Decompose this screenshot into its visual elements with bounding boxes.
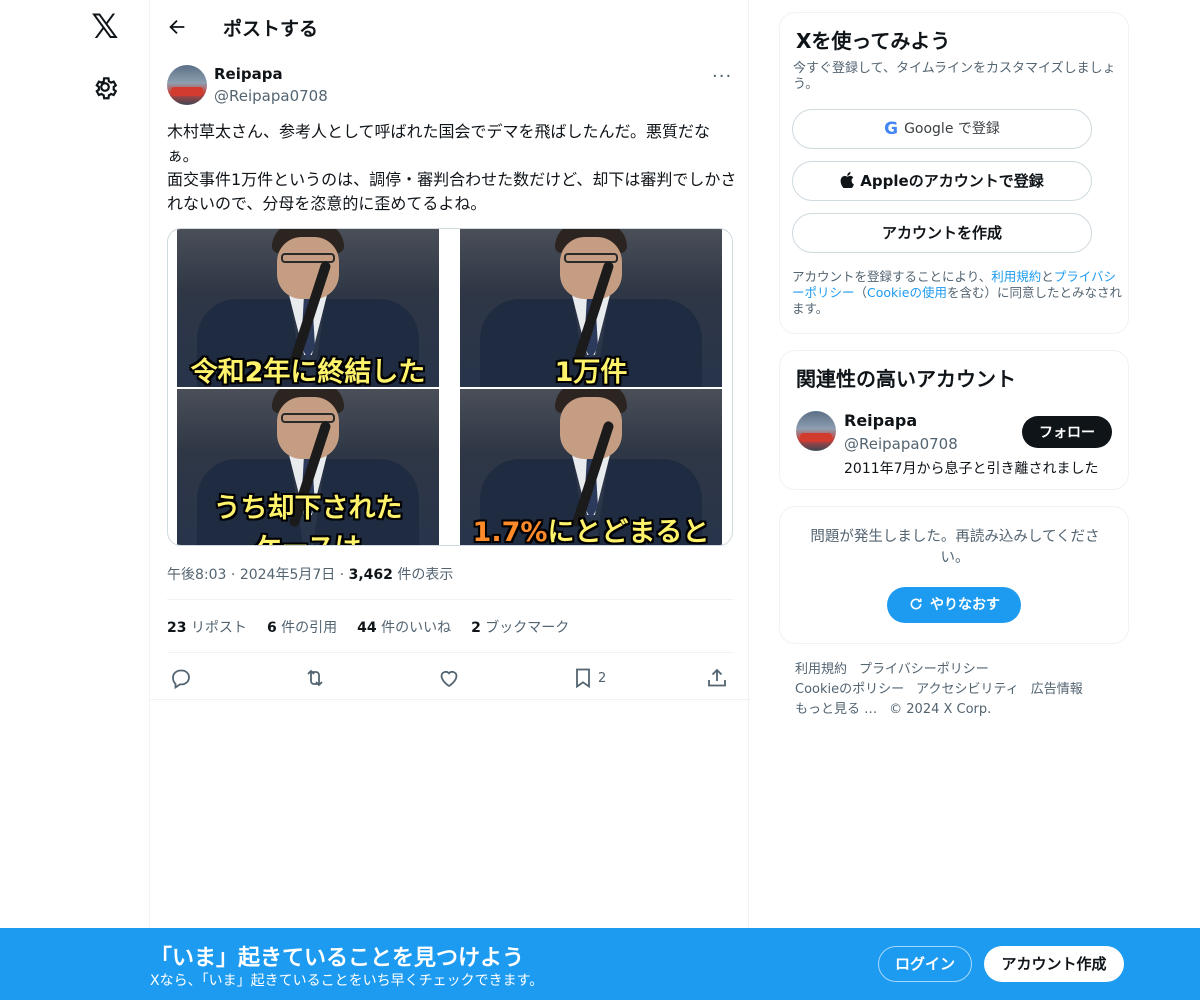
- like-icon[interactable]: [437, 666, 461, 690]
- related-name[interactable]: Reipapa: [844, 411, 917, 430]
- post-media[interactable]: 令和2年に終結した 1万件 うち却下された ケースは 1.7%にとどまると: [167, 228, 733, 546]
- divider: [167, 652, 733, 653]
- back-arrow-icon[interactable]: [166, 16, 188, 38]
- page-header: ポストする: [150, 0, 750, 54]
- divider: [150, 699, 750, 700]
- more-options-icon[interactable]: ···: [712, 66, 732, 87]
- x-logo-icon[interactable]: 𝕏: [88, 10, 122, 44]
- footer-link[interactable]: もっと見る …: [795, 702, 877, 717]
- follow-button[interactable]: フォロー: [1022, 416, 1112, 448]
- footer-link[interactable]: アクセシビリティ: [916, 682, 1019, 697]
- like-stat[interactable]: 44 件のいいね: [357, 617, 451, 637]
- banner-subtitle: Xなら、「いま」起きていることをいち早くチェックできます。: [150, 973, 544, 989]
- repost-icon[interactable]: [303, 666, 327, 690]
- author-handle[interactable]: @Reipapa0708: [214, 87, 328, 105]
- related-handle[interactable]: @Reipapa0708: [844, 435, 958, 453]
- post-stats: 23 リポスト 6 件の引用 44 件のいいね 2 ブックマーク: [167, 617, 569, 637]
- reply-icon[interactable]: [169, 666, 193, 690]
- footer-links: 利用規約 プライバシーポリシー Cookieのポリシー アクセシビリティ 広告情報 も…: [795, 660, 1115, 720]
- apple-icon: [840, 172, 855, 188]
- view-count: 3,462: [348, 567, 393, 583]
- media-caption-highlight: 1.7%: [472, 517, 548, 546]
- page-title: ポストする: [223, 18, 319, 40]
- signup-card-title: Xを使ってみよう: [796, 29, 951, 53]
- post-date[interactable]: 2024年5月7日: [240, 567, 335, 583]
- post-meta: 午後8:03 · 2024年5月7日 · 3,462 件の表示: [167, 567, 454, 583]
- create-account-button[interactable]: アカウントを作成: [792, 213, 1092, 253]
- media-image[interactable]: 1万件: [460, 229, 722, 387]
- cookie-link[interactable]: Cookieの使用: [867, 285, 947, 300]
- related-card-title: 関連性の高いアカウント: [796, 367, 1016, 391]
- footer-link[interactable]: 利用規約: [795, 662, 847, 677]
- google-signup-button[interactable]: G Google で登録: [792, 109, 1092, 149]
- post-time[interactable]: 午後8:03: [167, 567, 226, 583]
- login-banner: 「いま」起きていることを見つけよう Xなら、「いま」起きていることをいち早くチェ…: [0, 928, 1200, 1000]
- post-actions: 2: [167, 664, 733, 692]
- related-accounts-card: 関連性の高いアカウント Reipapa @Reipapa0708 2011年7月…: [779, 350, 1129, 490]
- refresh-icon: [910, 598, 922, 610]
- author-name[interactable]: Reipapa: [214, 65, 283, 83]
- repost-stat[interactable]: 23 リポスト: [167, 617, 247, 637]
- bookmark-count: 2: [598, 671, 607, 686]
- media-caption: うち却下された: [213, 493, 403, 524]
- terms-link[interactable]: 利用規約: [991, 269, 1041, 284]
- footer-link[interactable]: Cookieのポリシー: [795, 682, 904, 697]
- signup-card-subtitle: 今すぐ登録して、タイムラインをカスタマイズしましょう。: [793, 61, 1116, 92]
- footer-link[interactable]: 広告情報: [1031, 682, 1083, 697]
- error-message: 問題が発生しました。再読み込みしてください。: [810, 529, 1100, 566]
- media-caption: 1.7%にとどまると: [460, 510, 722, 546]
- login-button[interactable]: ログイン: [878, 946, 972, 982]
- media-image[interactable]: 令和2年に終結した: [177, 229, 439, 387]
- media-image[interactable]: うち却下された ケースは: [177, 389, 439, 545]
- main-column: ポストする Reipapa @Reipapa0708 ··· 木村草太さん、参考…: [149, 0, 750, 1000]
- divider: [167, 599, 733, 600]
- footer-link[interactable]: プライバシーポリシー: [859, 662, 989, 677]
- copyright: © 2024 X Corp.: [889, 702, 992, 717]
- related-bio: 2011年7月から息子と引き離されました: [844, 461, 1099, 477]
- media-caption: 令和2年に終結した: [190, 357, 426, 387]
- media-caption-text: にとどまると: [547, 517, 710, 546]
- banner-title: 「いま」起きていることを見つけよう: [150, 946, 525, 971]
- left-nav: 𝕏: [0, 0, 150, 1000]
- related-avatar[interactable]: [796, 411, 836, 451]
- bookmark-stat[interactable]: 2 ブックマーク: [471, 617, 569, 637]
- view-label: 件の表示: [397, 567, 454, 583]
- gear-icon[interactable]: [92, 74, 118, 100]
- media-caption: ケースは: [177, 526, 439, 545]
- apple-signup-button[interactable]: Appleのアカウントで登録: [792, 161, 1092, 201]
- post-text-line: 木村草太さん、参考人として呼ばれた国会でデマを飛ばしたんだ。悪質だなぁ。: [167, 122, 711, 165]
- bookmark-icon[interactable]: [571, 666, 595, 690]
- post-text-line: 面交事件1万件というのは、調停・審判合わせた数だけど、却下は審判でしかされないの…: [167, 170, 737, 213]
- media-caption: 1万件: [554, 357, 628, 387]
- retry-button[interactable]: やりなおす: [887, 587, 1021, 623]
- media-image[interactable]: 1.7%にとどまると: [460, 389, 722, 546]
- legal-text: アカウントを登録することにより、利用規約とプライバシーポリシー（Cookieの使…: [792, 269, 1122, 316]
- error-card: 問題が発生しました。再読み込みしてください。 やりなおす: [779, 506, 1129, 644]
- signup-button[interactable]: アカウント作成: [984, 946, 1124, 982]
- quote-stat[interactable]: 6 件の引用: [267, 617, 337, 637]
- author-avatar[interactable]: [167, 65, 207, 105]
- post-text: 木村草太さん、参考人として呼ばれた国会でデマを飛ばしたんだ。悪質だなぁ。 面交事…: [167, 120, 737, 216]
- share-icon[interactable]: [705, 666, 729, 690]
- signup-card: Xを使ってみよう 今すぐ登録して、タイムラインをカスタマイズしましょう。 G Go…: [779, 12, 1129, 334]
- google-icon: G: [884, 119, 899, 139]
